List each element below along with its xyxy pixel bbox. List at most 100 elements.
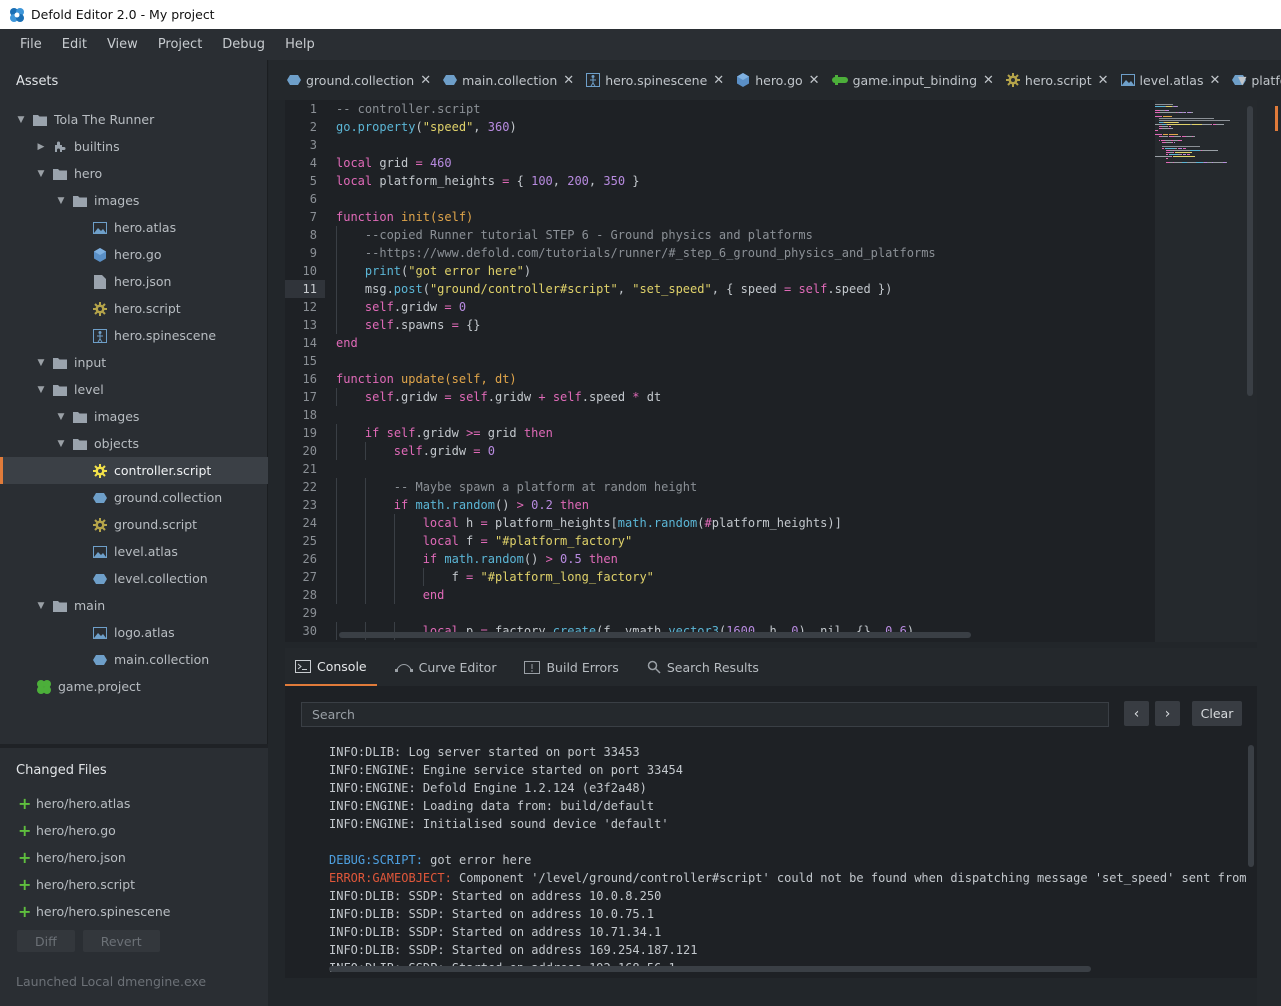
tree-item[interactable]: ▼ images bbox=[0, 187, 268, 214]
menu-view[interactable]: View bbox=[97, 37, 148, 52]
expand-arrow-down-icon[interactable]: ▼ bbox=[36, 385, 46, 395]
revert-button[interactable]: Revert bbox=[82, 930, 160, 952]
expand-arrow-down-icon[interactable]: ▼ bbox=[56, 439, 66, 449]
close-icon[interactable]: ✕ bbox=[983, 73, 994, 88]
code-line[interactable]: -- Maybe spawn a platform at random heig… bbox=[336, 478, 1156, 496]
menu-help[interactable]: Help bbox=[275, 37, 325, 52]
console-vertical-scrollbar[interactable] bbox=[1248, 745, 1254, 867]
editor-tab[interactable]: level.atlas ✕ bbox=[1120, 73, 1220, 88]
code-minimap[interactable] bbox=[1155, 100, 1257, 642]
tree-item[interactable]: main.collection bbox=[0, 646, 268, 673]
code-line[interactable] bbox=[336, 136, 1156, 154]
code-editor[interactable]: 1 2 3 4 5 6 7 8 9 10 11 12 13 14 15 16 17 18 19 20 21 22 23 24 2… bbox=[285, 100, 1257, 642]
tree-item[interactable]: ▼ level bbox=[0, 376, 268, 403]
changed-file-item[interactable]: + hero/hero.go bbox=[0, 817, 268, 844]
code-line[interactable]: function update(self, dt) bbox=[336, 370, 1156, 388]
expand-arrow-down-icon[interactable]: ▼ bbox=[56, 412, 66, 422]
close-icon[interactable]: ✕ bbox=[1098, 73, 1109, 88]
editor-horizontal-scrollbar[interactable] bbox=[339, 632, 971, 638]
code-line[interactable] bbox=[336, 604, 1156, 622]
tree-item[interactable]: ▼ Tola The Runner bbox=[0, 106, 268, 133]
code-line[interactable]: local platform_heights = { 100, 200, 350… bbox=[336, 172, 1156, 190]
code-line[interactable]: local f = "#platform_factory" bbox=[336, 532, 1156, 550]
editor-tab[interactable]: hero.spinescene ✕ bbox=[586, 73, 724, 88]
changed-file-item[interactable]: + hero/hero.json bbox=[0, 844, 268, 871]
code-line[interactable]: self.gridw = 0 bbox=[336, 442, 1156, 460]
code-line[interactable]: --copied Runner tutorial STEP 6 - Ground… bbox=[336, 226, 1156, 244]
close-icon[interactable]: ✕ bbox=[420, 73, 431, 88]
code-line[interactable]: self.spawns = {} bbox=[336, 316, 1156, 334]
tree-item[interactable]: ▶ builtins bbox=[0, 133, 268, 160]
code-line[interactable]: end bbox=[336, 334, 1156, 352]
tree-item[interactable]: ▼ input bbox=[0, 349, 268, 376]
editor-vertical-scrollbar[interactable] bbox=[1247, 106, 1253, 396]
bottom-tab-search-results[interactable]: Search Results bbox=[637, 648, 769, 686]
tree-item[interactable]: ▼ images bbox=[0, 403, 268, 430]
diff-button[interactable]: Diff bbox=[17, 930, 75, 952]
close-icon[interactable]: ✕ bbox=[713, 73, 724, 88]
tree-item[interactable]: hero.spinescene bbox=[0, 322, 268, 349]
code-line[interactable]: --https://www.defold.com/tutorials/runne… bbox=[336, 244, 1156, 262]
tree-item[interactable]: hero.json bbox=[0, 268, 268, 295]
editor-tab[interactable]: game.input_binding ✕ bbox=[831, 73, 994, 88]
tree-item[interactable]: ground.script bbox=[0, 511, 268, 538]
tree-item[interactable]: ▼ objects bbox=[0, 430, 268, 457]
tree-item[interactable]: game.project bbox=[0, 673, 268, 700]
changed-file-item[interactable]: + hero/hero.atlas bbox=[0, 790, 268, 817]
bottom-tab-console[interactable]: Console bbox=[285, 648, 377, 686]
expand-arrow-right-icon[interactable]: ▶ bbox=[36, 142, 46, 152]
expand-arrow-down-icon[interactable]: ▼ bbox=[16, 115, 26, 125]
tree-item[interactable]: hero.atlas bbox=[0, 214, 268, 241]
code-line[interactable]: function init(self) bbox=[336, 208, 1156, 226]
code-line[interactable]: end bbox=[336, 586, 1156, 604]
code-line[interactable] bbox=[336, 406, 1156, 424]
code-line[interactable]: local h = platform_heights[math.random(#… bbox=[336, 514, 1156, 532]
code-line[interactable] bbox=[336, 460, 1156, 478]
tabs-dropdown-icon[interactable]: ▼ bbox=[1238, 74, 1251, 87]
code-line[interactable]: print("got error here") bbox=[336, 262, 1156, 280]
code-line[interactable]: -- controller.script bbox=[336, 100, 1156, 118]
next-result-button[interactable]: › bbox=[1155, 701, 1180, 726]
changed-file-item[interactable]: + hero/hero.script bbox=[0, 871, 268, 898]
close-icon[interactable]: ✕ bbox=[809, 73, 820, 88]
tree-item[interactable]: ground.collection bbox=[0, 484, 268, 511]
close-icon[interactable]: ✕ bbox=[1209, 73, 1220, 88]
code-line[interactable]: self.gridw = self.gridw + self.speed * d… bbox=[336, 388, 1156, 406]
previous-result-button[interactable]: ‹ bbox=[1124, 701, 1149, 726]
code-line[interactable]: local grid = 460 bbox=[336, 154, 1156, 172]
console-log[interactable]: INFO:DLIB: Log server started on port 33… bbox=[329, 743, 1249, 977]
changed-file-item[interactable]: + hero/hero.spinescene bbox=[0, 898, 268, 925]
clear-console-button[interactable]: Clear bbox=[1192, 701, 1242, 726]
bottom-tab-build-errors[interactable]: Build Errors bbox=[514, 648, 628, 686]
tree-item[interactable]: hero.script bbox=[0, 295, 268, 322]
menu-debug[interactable]: Debug bbox=[212, 37, 275, 52]
editor-tab[interactable]: hero.script ✕ bbox=[1005, 73, 1109, 88]
expand-arrow-down-icon[interactable]: ▼ bbox=[36, 169, 46, 179]
code-line[interactable]: if math.random() > 0.5 then bbox=[336, 550, 1156, 568]
editor-tab[interactable]: hero.go ✕ bbox=[736, 73, 820, 88]
code-line[interactable]: if self.gridw >= grid then bbox=[336, 424, 1156, 442]
code-content[interactable]: -- controller.script go.property("speed",… bbox=[336, 100, 1156, 640]
expand-arrow-down-icon[interactable]: ▼ bbox=[56, 196, 66, 206]
menu-file[interactable]: File bbox=[10, 37, 52, 52]
code-line[interactable]: if math.random() > 0.2 then bbox=[336, 496, 1156, 514]
code-line[interactable]: f = "#platform_long_factory" bbox=[336, 568, 1156, 586]
console-horizontal-scrollbar[interactable] bbox=[329, 966, 1091, 972]
tree-item[interactable]: controller.script bbox=[0, 457, 268, 484]
editor-tab[interactable]: main.collection ✕ bbox=[443, 73, 574, 88]
code-line[interactable]: go.property("speed", 360) bbox=[336, 118, 1156, 136]
tree-item[interactable]: level.collection bbox=[0, 565, 268, 592]
expand-arrow-down-icon[interactable]: ▼ bbox=[36, 601, 46, 611]
bottom-tab-curve-editor[interactable]: Curve Editor bbox=[385, 648, 507, 686]
code-line[interactable]: self.gridw = 0 bbox=[336, 298, 1156, 316]
close-icon[interactable]: ✕ bbox=[563, 73, 574, 88]
code-line[interactable] bbox=[336, 352, 1156, 370]
tree-item[interactable]: level.atlas bbox=[0, 538, 268, 565]
tree-item[interactable]: ▼ main bbox=[0, 592, 268, 619]
tree-item[interactable]: ▼ hero bbox=[0, 160, 268, 187]
tree-item[interactable]: hero.go bbox=[0, 241, 268, 268]
expand-arrow-down-icon[interactable]: ▼ bbox=[36, 358, 46, 368]
code-line[interactable]: msg.post("ground/controller#script", "se… bbox=[336, 280, 1156, 298]
editor-tab[interactable]: ground.collection ✕ bbox=[287, 73, 431, 88]
code-line[interactable] bbox=[336, 190, 1156, 208]
